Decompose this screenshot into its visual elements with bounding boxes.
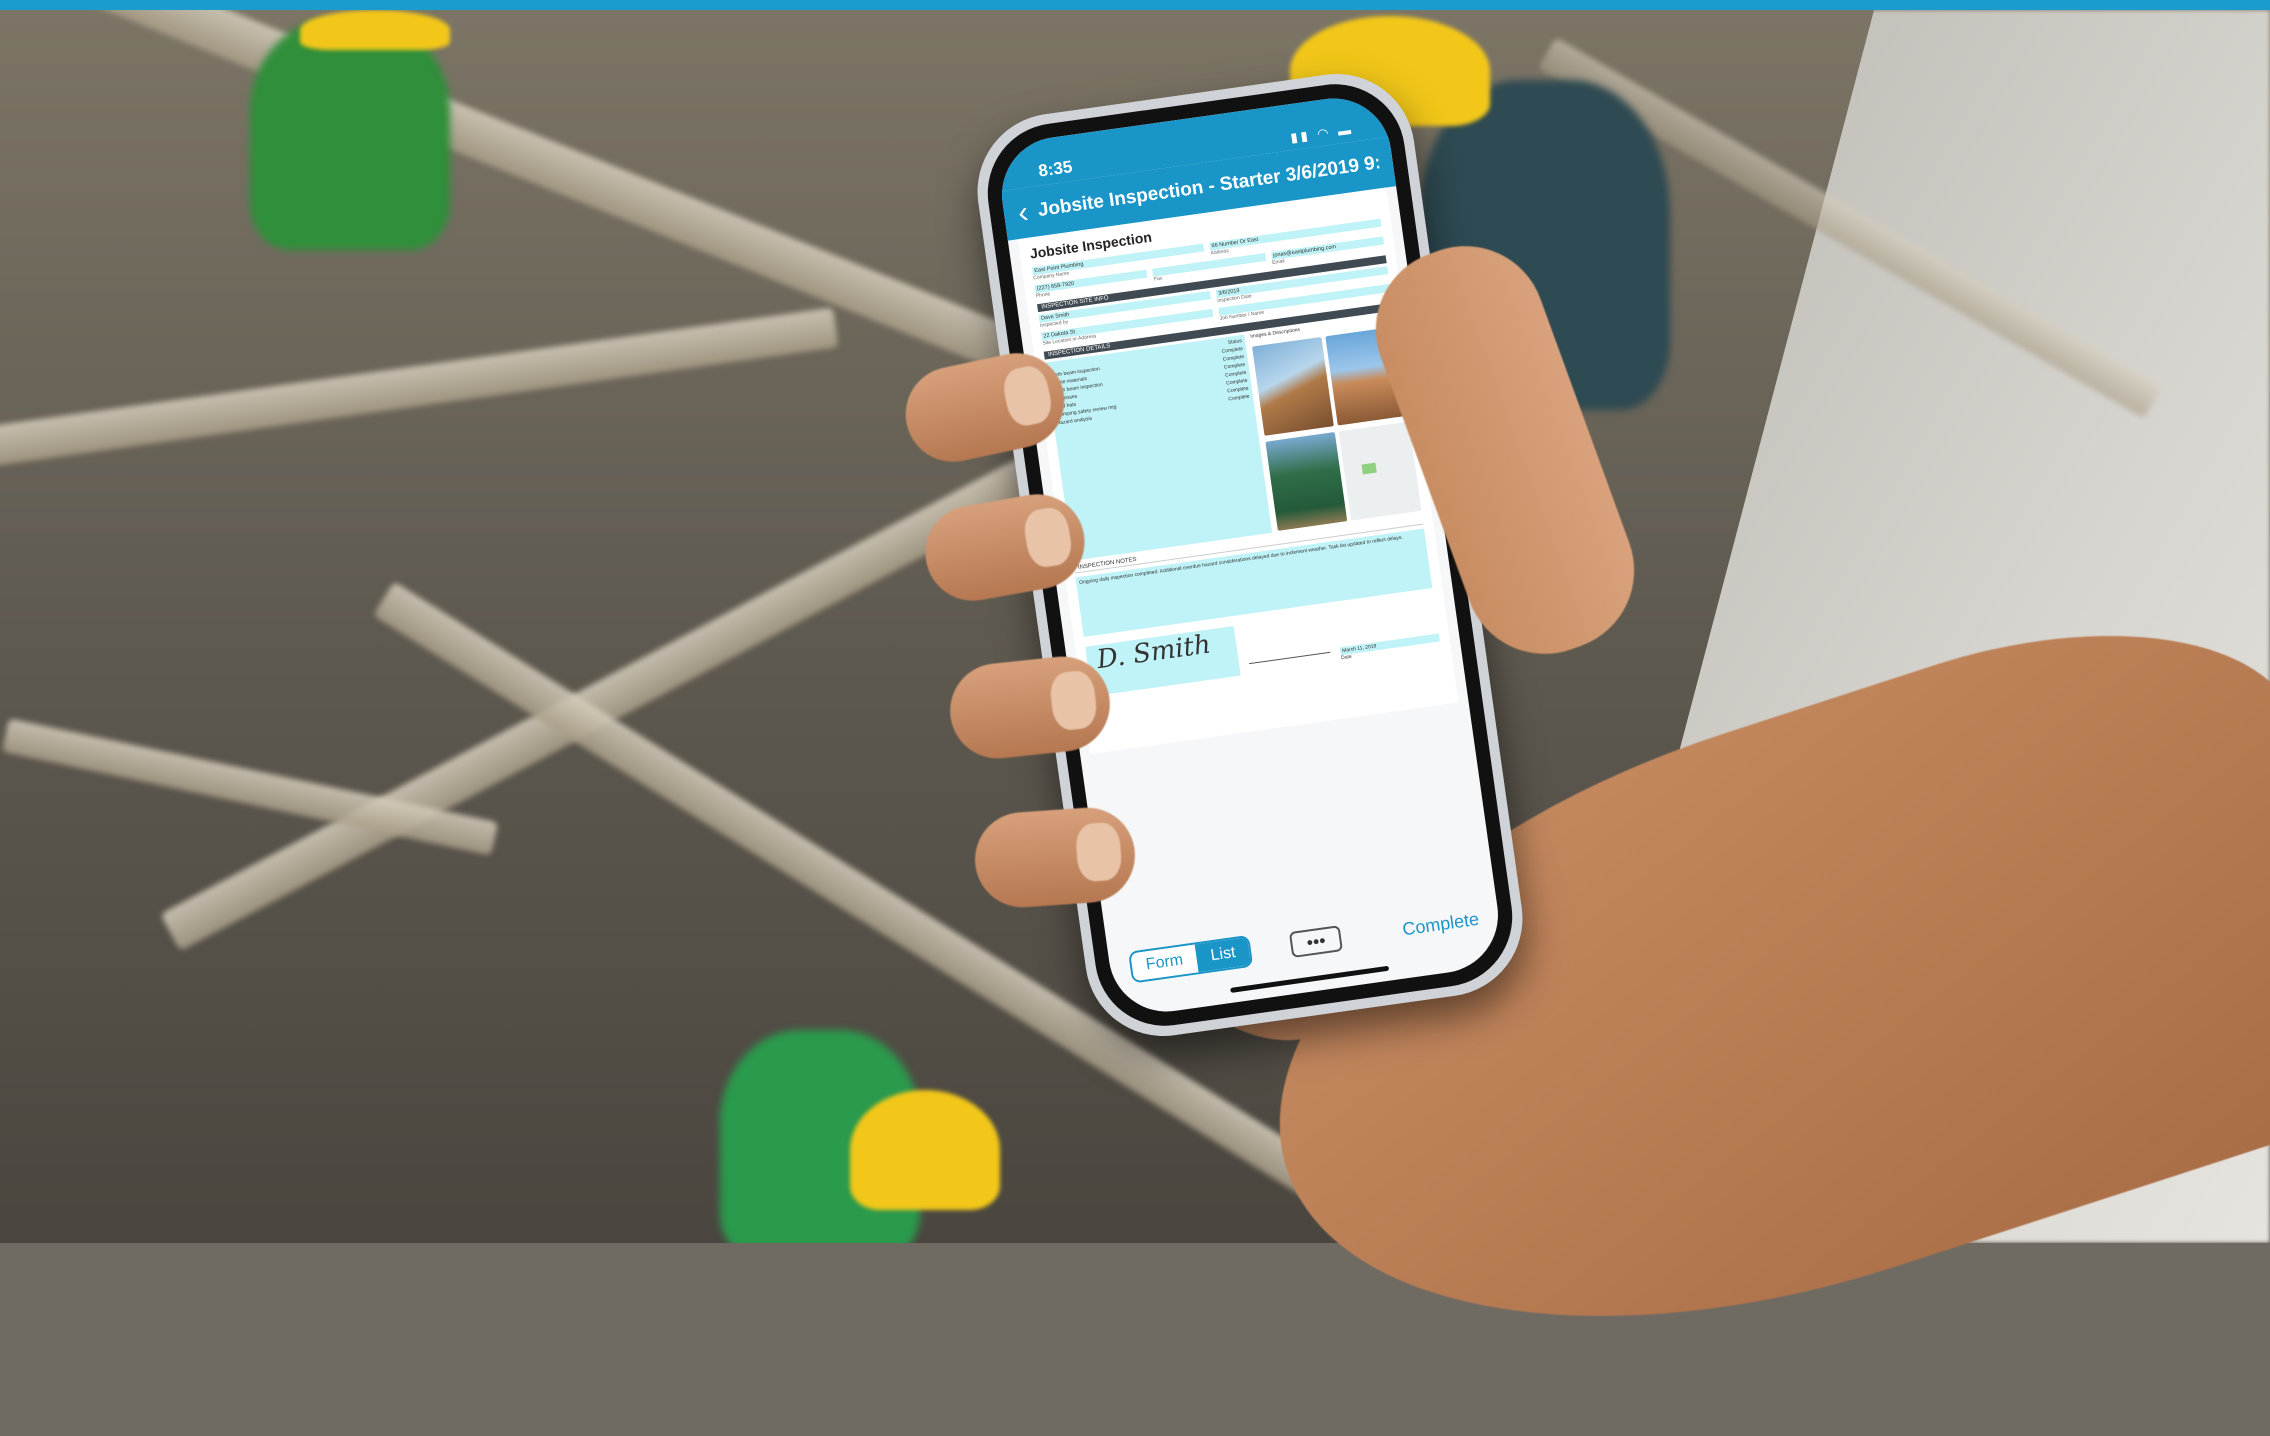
form-tab-button[interactable]: Form (1130, 944, 1199, 982)
status-time: 8:35 (1037, 157, 1074, 181)
complete-button[interactable]: Complete (1401, 908, 1480, 940)
signature-field[interactable]: D. Smith (1085, 625, 1241, 697)
signature-line (1249, 651, 1331, 665)
finger (971, 804, 1139, 911)
view-segmented-control: Form List (1128, 934, 1254, 984)
building-site-photo[interactable] (1265, 431, 1348, 531)
scaffold-beam (0, 307, 839, 473)
worker-figure (250, 20, 450, 250)
chevron-left-icon[interactable]: ‹ (1016, 196, 1030, 230)
hard-hat (300, 10, 450, 50)
hard-hat (850, 1090, 1000, 1210)
map-pin-icon (1361, 462, 1378, 475)
roof-framing-photo[interactable] (1251, 337, 1335, 437)
more-options-button[interactable]: ••• (1289, 925, 1344, 958)
list-tab-button[interactable]: List (1194, 937, 1252, 973)
top-accent-bar (0, 0, 2270, 10)
